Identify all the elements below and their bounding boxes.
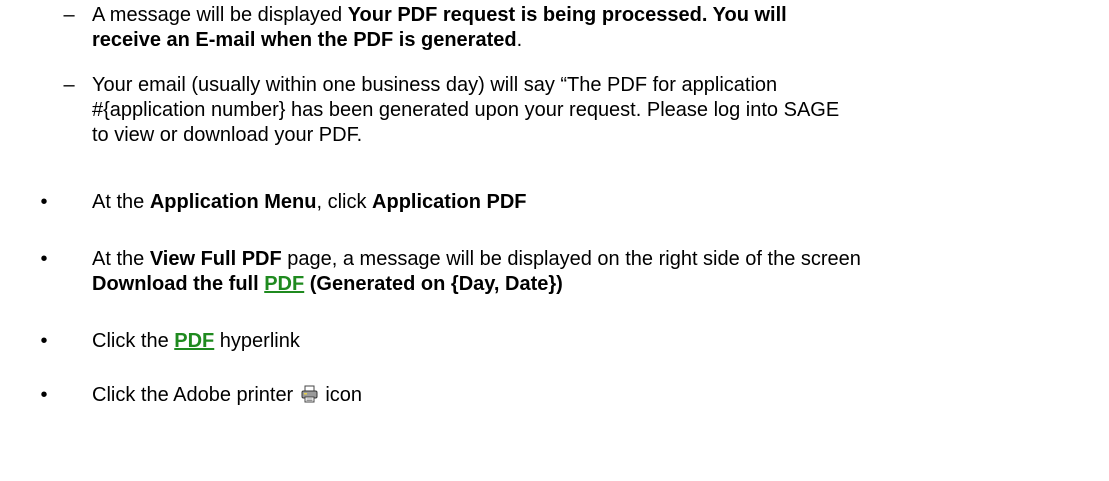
text-run: Click the <box>92 330 175 352</box>
text-line: #{application number} has been generated… <box>92 99 840 121</box>
download-message-suffix: (Generated on {Day, Date}) <box>304 273 563 295</box>
text-run: page, a message will be displayed on the… <box>281 248 861 270</box>
bullet-text: Click the PDF hyperlink <box>92 329 1102 354</box>
printer-icon[interactable] <box>301 385 318 403</box>
text-run: A message will be displayed <box>92 4 348 26</box>
bold-text-run: Your PDF request is being processed. You… <box>347 4 787 26</box>
bullet-marker: • <box>40 248 48 270</box>
bullet-marker: • <box>40 191 48 213</box>
text-run: , click <box>316 191 373 213</box>
text-line: Download the full PDF (Generated on {Day… <box>92 272 1102 297</box>
download-message-prefix: Download the full <box>92 273 265 295</box>
bold-text-run: receive an E-mail when the PDF is genera… <box>92 29 517 51</box>
dash-marker: – <box>63 4 75 26</box>
text-line: Your email (usually within one business … <box>92 74 778 96</box>
sub-item-text: A message will be displayed Your PDF req… <box>92 3 1102 53</box>
bullet-marker: • <box>40 330 48 352</box>
application-pdf-label: Application PDF <box>372 191 527 213</box>
text-line: At the View Full PDF page, a message wil… <box>92 247 1102 272</box>
text-run: At the <box>92 248 150 270</box>
bullet-text: At the View Full PDF page, a message wil… <box>92 247 1102 297</box>
view-full-pdf-label: View Full PDF <box>149 248 282 270</box>
text-line: A message will be displayed Your PDF req… <box>92 3 1102 28</box>
application-menu-label: Application Menu <box>149 191 317 213</box>
text-run: hyperlink <box>214 330 300 352</box>
pdf-link[interactable]: PDF <box>264 273 304 295</box>
text-run: icon <box>319 384 363 406</box>
bullet-text: At the Application Menu, click Applicati… <box>92 190 1102 215</box>
pdf-hyperlink[interactable]: PDF <box>174 330 214 352</box>
text-run: Click the Adobe printer <box>92 384 299 406</box>
bullet-text: Click the Adobe printer icon <box>92 383 1102 408</box>
text-line: receive an E-mail when the PDF is genera… <box>92 28 1102 53</box>
dash-marker: – <box>63 74 75 96</box>
text-run: . <box>516 29 523 51</box>
bullet-marker: • <box>40 384 48 406</box>
sub-item-text: Your email (usually within one business … <box>92 73 1102 148</box>
text-run: At the <box>92 191 150 213</box>
text-line: to view or download your PDF. <box>92 124 363 146</box>
